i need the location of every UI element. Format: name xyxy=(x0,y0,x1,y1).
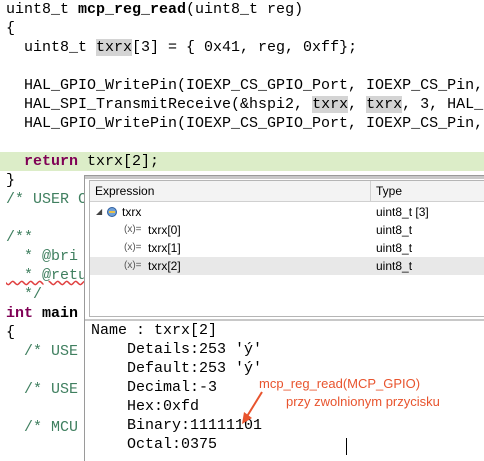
expression-name: txrx[2] xyxy=(148,259,181,273)
expression-tree[interactable]: Expression Type ◢ txrx uint8_t [3] (x)= … xyxy=(89,180,484,317)
tree-row-txrx[interactable]: ◢ txrx uint8_t [3] xyxy=(90,203,484,221)
annotation-arrow-icon xyxy=(242,391,263,424)
code-token: (uint8_t reg) xyxy=(186,1,304,18)
code-line: HAL_GPIO_WritePin(IOEXP_CS_GPIO_Port, IO… xyxy=(6,114,484,133)
code-line: uint8_t mcp_reg_read(uint8_t reg) xyxy=(6,0,484,19)
comment: * @retu xyxy=(6,267,88,284)
details-line: Details:253 'ý' xyxy=(127,341,263,358)
code-token: HAL_GPIO_WritePin(IOEXP_CS_GPIO_Port, IO… xyxy=(6,77,484,94)
expression-type: uint8_t xyxy=(376,241,413,255)
variable-value-icon: (x)= xyxy=(124,260,142,271)
code-token: , xyxy=(348,96,367,113)
comment: /* USE xyxy=(6,381,79,398)
details-name: Name : txrx[2] xyxy=(91,322,218,339)
code-token: txrx[2]; xyxy=(78,153,160,170)
details-line: Hex:0xfd xyxy=(127,398,200,415)
code-token: uint8_t xyxy=(6,39,97,56)
variable-occurrence: txrx xyxy=(366,96,403,113)
expression-name: txrx[0] xyxy=(148,223,181,237)
comment: /** xyxy=(6,229,34,246)
current-line: return txrx[2]; xyxy=(0,152,484,171)
details-line: Default:253 'ý' xyxy=(127,360,263,377)
tree-row-txrx-1[interactable]: (x)= txrx[1] uint8_t xyxy=(90,239,484,257)
variable-occurrence: txrx xyxy=(96,39,133,56)
keyword: return xyxy=(6,153,79,170)
code-token: [3] = { 0x41, reg, 0xff}; xyxy=(132,39,358,56)
details-line: Octal:0375 xyxy=(127,436,218,453)
code-token: uint8_t xyxy=(6,1,79,18)
comment: /* USER C xyxy=(6,191,88,208)
tree-row-txrx-2[interactable]: (x)= txrx[2] uint8_t xyxy=(90,257,484,275)
popup-title-bar[interactable] xyxy=(85,176,484,179)
expression-type: uint8_t xyxy=(376,223,413,237)
comment: * @bri xyxy=(6,248,79,265)
column-header-type[interactable]: Type xyxy=(371,181,484,202)
code-token: } xyxy=(6,172,16,189)
expand-toggle-icon[interactable]: ◢ xyxy=(96,203,102,221)
comment: /* USE xyxy=(6,343,79,360)
code-token: , 3, HAL_ xyxy=(402,96,484,113)
code-token: HAL_SPI_TransmitReceive(&hspi2, xyxy=(6,96,313,113)
code-line: { xyxy=(6,19,484,38)
code-line: HAL_GPIO_WritePin(IOEXP_CS_GPIO_Port, IO… xyxy=(6,76,484,95)
expression-type: uint8_t [3] xyxy=(376,205,429,219)
annotation-line-2: przy zwolnionym przycisku xyxy=(286,394,440,409)
text-caret xyxy=(346,438,347,455)
variable-icon xyxy=(107,207,117,217)
column-header-expression[interactable]: Expression xyxy=(90,181,371,202)
variable-value-icon: (x)= xyxy=(124,242,142,253)
details-line: Decimal:-3 xyxy=(127,379,218,396)
code-token: { xyxy=(6,20,16,37)
code-line: uint8_t txrx[3] = { 0x41, reg, 0xff}; xyxy=(6,38,484,57)
code-line: HAL_SPI_TransmitReceive(&hspi2, txrx, tx… xyxy=(6,95,484,114)
comment: */ xyxy=(6,286,43,303)
variable-occurrence: txrx xyxy=(312,96,349,113)
code-token: HAL_GPIO_WritePin(IOEXP_CS_GPIO_Port, IO… xyxy=(6,115,484,132)
function-name: mcp_reg_read xyxy=(78,1,187,18)
comment: /* MCU xyxy=(6,419,79,436)
code-token: { xyxy=(6,324,16,341)
expression-name: txrx xyxy=(122,205,142,219)
annotation-line-1: mcp_reg_read(MCP_GPIO) xyxy=(259,376,421,391)
expression-type: uint8_t xyxy=(376,259,413,273)
tree-row-txrx-0[interactable]: (x)= txrx[0] uint8_t xyxy=(90,221,484,239)
variable-value-icon: (x)= xyxy=(124,224,142,235)
expression-name: txrx[1] xyxy=(148,241,181,255)
keyword: int xyxy=(6,305,34,322)
expression-hover-popup[interactable]: Expression Type ◢ txrx uint8_t [3] (x)= … xyxy=(84,175,484,461)
function-name: main xyxy=(33,305,79,322)
